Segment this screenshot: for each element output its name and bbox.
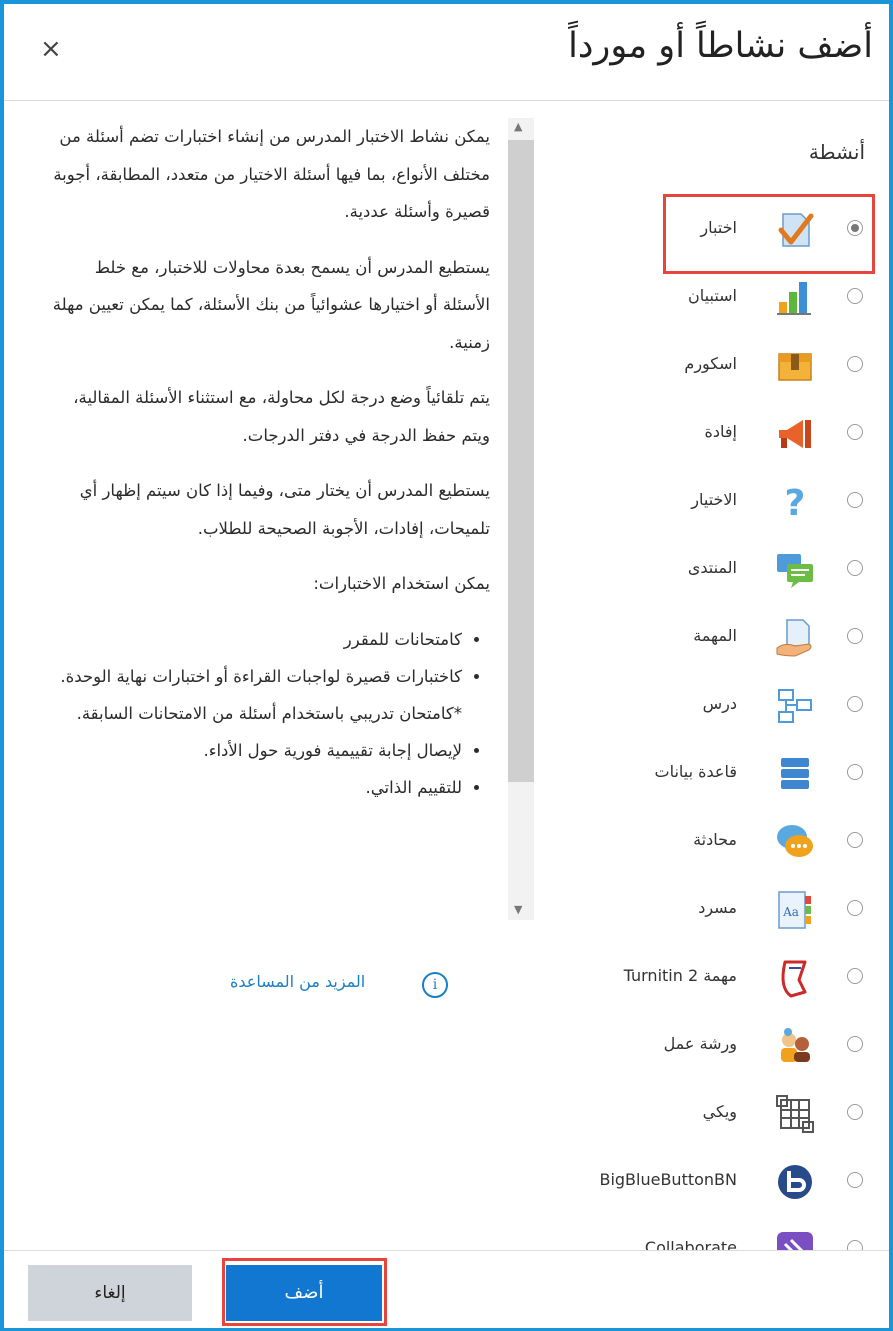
description-paragraph: يمكن استخدام الاختبارات: (313, 574, 490, 593)
activity-option-workshop[interactable]: ورشة عمل (536, 1012, 885, 1080)
activity-label: ورشة عمل (663, 1034, 737, 1053)
activity-option-forum[interactable]: المنتدى (536, 536, 885, 604)
description-paragraph: يتم تلقائياً وضع درجة لكل محاولة، مع است… (73, 388, 490, 445)
radio-button[interactable] (847, 1104, 863, 1120)
radio-button[interactable] (847, 424, 863, 440)
radio-button[interactable] (847, 968, 863, 984)
assignment-hand-icon (776, 619, 812, 657)
activity-label: استبيان (688, 286, 737, 305)
scroll-down-icon[interactable]: ▼ (514, 903, 522, 916)
radio-button[interactable] (847, 1036, 863, 1052)
activity-option-feedback[interactable]: استبيان (536, 264, 885, 332)
activity-label: قاعدة بيانات (654, 762, 737, 781)
workshop-icon (781, 1028, 810, 1062)
chat-icon (777, 825, 813, 857)
info-icon: i (422, 972, 448, 998)
radio-button[interactable] (847, 560, 863, 576)
activity-label: محادثة (693, 830, 737, 849)
activity-option-assignment[interactable]: المهمة (536, 604, 885, 672)
activity-option-turnitin[interactable]: مهمة Turnitin 2 (536, 944, 885, 1012)
description-bullet: للتقييم الذاتي. (50, 769, 462, 806)
radio-button[interactable] (847, 900, 863, 916)
svg-text:?: ? (785, 483, 806, 522)
activity-option-lesson[interactable]: درس (536, 672, 885, 740)
activity-option-bigbluebutton[interactable]: BigBlueButtonBN (536, 1148, 885, 1216)
highlight-box-quiz (663, 194, 875, 274)
turnitin-icon (781, 960, 807, 998)
radio-button[interactable] (847, 832, 863, 848)
glossary-icon: Aa (778, 891, 811, 929)
activity-option-feedback-megaphone[interactable]: إفادة (536, 400, 885, 468)
description-paragraph: يمكن نشاط الاختبار المدرس من إنشاء اختبا… (53, 127, 490, 221)
activity-label: المنتدى (687, 558, 737, 577)
description-bullet-list: كامتحانات للمقرر كاختبارات قصيرة لواجبات… (50, 621, 490, 806)
svg-text:Aa: Aa (782, 905, 799, 919)
bigbluebutton-icon (778, 1165, 812, 1199)
radio-button[interactable] (847, 1240, 863, 1250)
database-icon (781, 758, 809, 789)
cancel-button[interactable]: إلغاء (28, 1265, 192, 1321)
activity-label: مسرد (698, 898, 737, 917)
forum-icon (777, 554, 813, 588)
activities-section-header: أنشطة (808, 140, 865, 164)
radio-button[interactable] (847, 356, 863, 372)
activity-option-choice[interactable]: ? الاختيار (536, 468, 885, 536)
scorm-package-icon (778, 353, 812, 381)
radio-button[interactable] (847, 628, 863, 644)
description-paragraph: يستطيع المدرس أن يختار متى، وفيما إذا كا… (79, 481, 490, 538)
description-bullet: كاختبارات قصيرة لواجبات القراءة أو اختبا… (50, 658, 462, 732)
dialog-title: أضف نشاطاً أو مورداً (568, 26, 873, 66)
radio-button[interactable] (847, 696, 863, 712)
list-scrollbar[interactable]: ▲ ▼ (508, 118, 534, 920)
activity-label: مهمة Turnitin 2 (623, 966, 737, 985)
radio-button[interactable] (847, 288, 863, 304)
description-paragraph: يستطيع المدرس أن يسمح بعدة محاولات للاخت… (52, 257, 490, 352)
activity-option-collaborate[interactable]: Collaborate (536, 1216, 885, 1250)
highlight-box-add (222, 1258, 387, 1326)
question-mark-icon: ? (785, 483, 806, 522)
activity-description: يمكن نشاط الاختبار المدرس من إنشاء اختبا… (50, 118, 490, 806)
activity-option-wiki[interactable]: ويكي (536, 1080, 885, 1148)
more-help-link[interactable]: المزيد من المساعدة (230, 972, 365, 991)
activity-option-glossary[interactable]: Aa مسرد (536, 876, 885, 944)
activity-label: درس (702, 694, 737, 713)
description-bullet: لإيصال إجابة تقييمية فورية حول الأداء. (50, 732, 462, 769)
activity-option-scorm[interactable]: اسكورم (536, 332, 885, 400)
activity-label: إفادة (704, 422, 737, 441)
activity-label: Collaborate (644, 1238, 737, 1250)
feedback-chart-icon (777, 282, 811, 315)
activity-label: ويكي (702, 1102, 737, 1121)
megaphone-icon (779, 420, 811, 448)
lesson-icon (778, 689, 812, 723)
activity-label: BigBlueButtonBN (599, 1170, 737, 1189)
scroll-up-icon[interactable]: ▲ (514, 120, 522, 133)
radio-button[interactable] (847, 492, 863, 508)
dialog-header: أضف نشاطاً أو مورداً × (4, 4, 889, 101)
wiki-icon (776, 1095, 814, 1133)
radio-button[interactable] (847, 1172, 863, 1188)
description-bullet: كامتحانات للمقرر (50, 621, 462, 658)
activity-option-database[interactable]: قاعدة بيانات (536, 740, 885, 808)
close-icon[interactable]: × (40, 34, 62, 64)
activity-option-chat[interactable]: محادثة (536, 808, 885, 876)
activity-label: الاختيار (691, 490, 737, 509)
activity-label: اسكورم (684, 354, 737, 373)
activity-label: المهمة (693, 626, 737, 645)
radio-button[interactable] (847, 764, 863, 780)
collaborate-icon (777, 1232, 813, 1250)
scrollbar-thumb[interactable] (508, 140, 534, 782)
